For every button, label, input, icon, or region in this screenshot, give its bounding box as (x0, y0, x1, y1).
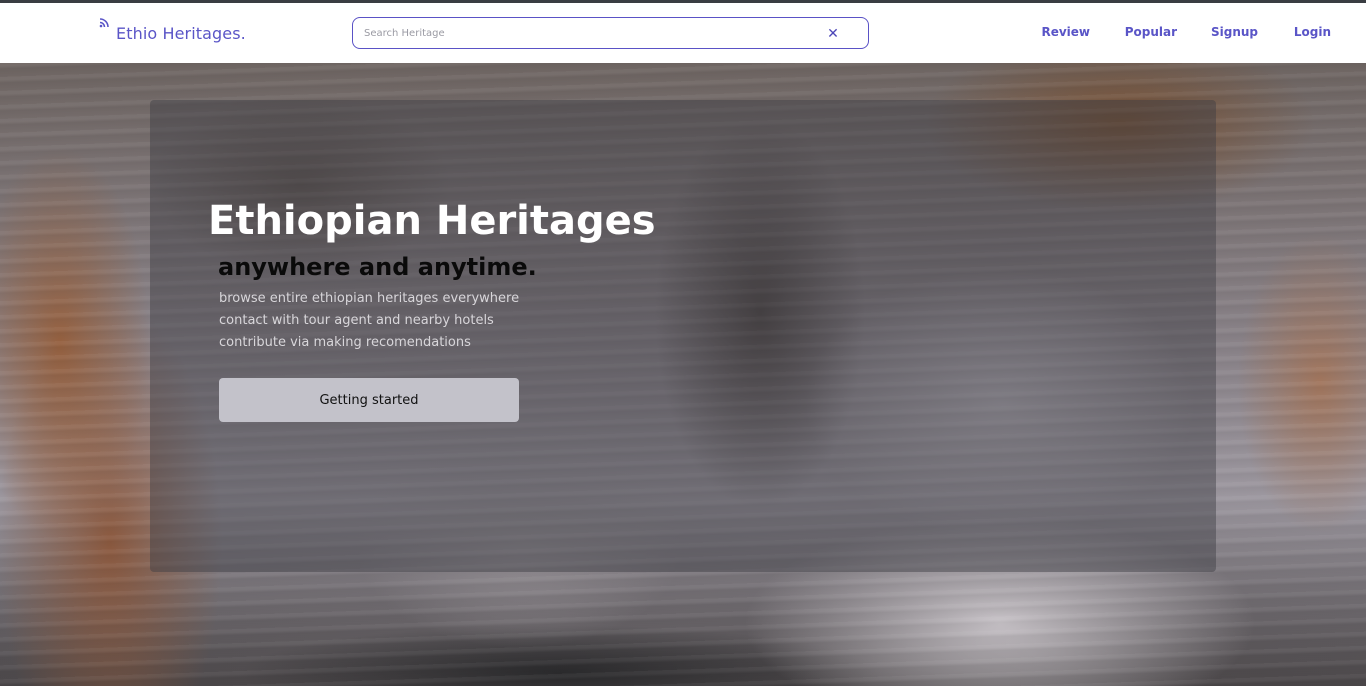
nav-link-signup[interactable]: Signup (1211, 25, 1258, 39)
clear-icon[interactable]: ✕ (823, 24, 843, 44)
nav-link-popular[interactable]: Popular (1125, 25, 1177, 39)
nav-link-review[interactable]: Review (1041, 25, 1090, 39)
brand-link[interactable]: Ethio Heritages. (98, 13, 246, 53)
hero-line: contribute via making recomendations (219, 335, 471, 350)
hero-title: Ethiopian Heritages (208, 198, 656, 244)
search-input[interactable] (362, 18, 812, 48)
getting-started-button[interactable]: Getting started (219, 378, 519, 422)
brand-name: Ethio Heritages. (116, 24, 246, 43)
wifi-signal-icon (98, 13, 114, 29)
hero-description: browse entire ethiopian heritages everyw… (219, 288, 519, 354)
hero-line: contact with tour agent and nearby hotel… (219, 313, 494, 328)
hero-panel: Ethiopian Heritages anywhere and anytime… (150, 100, 1216, 572)
hero-subtitle: anywhere and anytime. (218, 253, 537, 281)
nav-link-login[interactable]: Login (1294, 25, 1331, 39)
navbar: Ethio Heritages. ✕ Review Popular Signup… (0, 3, 1366, 63)
search-bar: ✕ (352, 17, 869, 49)
hero-section: Ethiopian Heritages anywhere and anytime… (0, 63, 1366, 686)
hero-line: browse entire ethiopian heritages everyw… (219, 291, 520, 306)
